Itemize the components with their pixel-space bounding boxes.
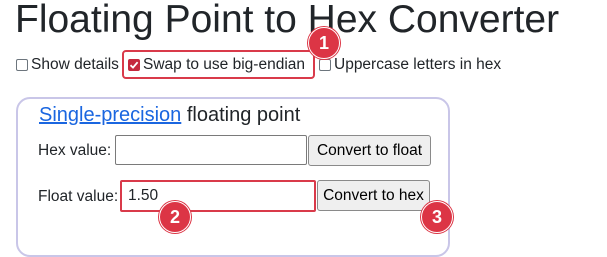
single-precision-link[interactable]: Single-precision xyxy=(39,104,181,126)
show-details-checkbox[interactable] xyxy=(16,59,28,71)
annotation-badge-3: 3 xyxy=(421,201,453,233)
convert-to-hex-button[interactable]: Convert to hex xyxy=(317,180,430,211)
float-value-label: Float value: xyxy=(38,188,119,205)
big-endian-label: Swap to use big-endian xyxy=(143,56,306,73)
show-details-label: Show details xyxy=(31,56,119,73)
convert-to-float-button[interactable]: Convert to float xyxy=(308,135,431,166)
big-endian-checkbox[interactable] xyxy=(128,59,140,71)
checkmark-icon xyxy=(129,61,139,69)
uppercase-checkbox[interactable] xyxy=(319,59,331,71)
panel-title-rest: floating point xyxy=(181,104,301,126)
big-endian-option[interactable]: Swap to use big-endian xyxy=(128,55,305,75)
annotation-badge-2: 2 xyxy=(159,201,191,233)
float-value-input[interactable]: 1.50 xyxy=(120,180,316,212)
annotation-badge-1: 1 xyxy=(308,27,340,59)
hex-value-label: Hex value: xyxy=(38,142,112,159)
page-title: Floating Point to Hex Converter xyxy=(15,0,560,41)
uppercase-option[interactable]: Uppercase letters in hex xyxy=(319,55,501,75)
show-details-option[interactable]: Show details xyxy=(16,55,119,75)
hex-value-input[interactable] xyxy=(115,135,307,165)
panel-title: Single-precision floating point xyxy=(39,104,300,127)
uppercase-label: Uppercase letters in hex xyxy=(334,56,502,73)
